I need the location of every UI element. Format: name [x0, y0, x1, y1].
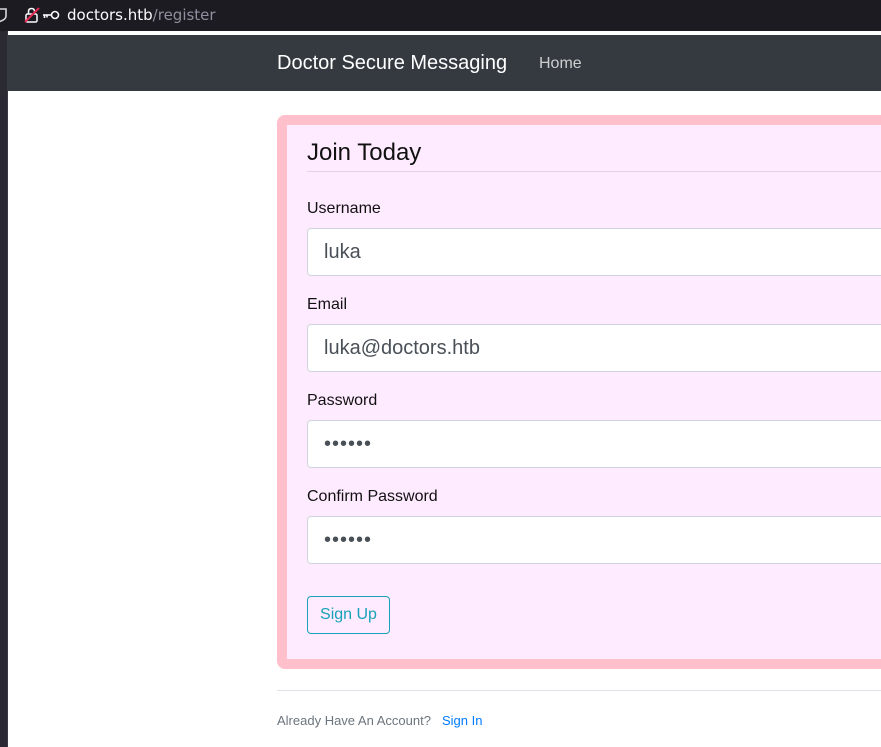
insecure-lock-icon[interactable]	[24, 7, 40, 23]
shield-icon[interactable]	[0, 7, 8, 23]
navbar-brand[interactable]: Doctor Secure Messaging	[277, 51, 507, 75]
form-legend: Join Today	[307, 139, 422, 166]
footer-text: Already Have An Account?	[277, 713, 431, 728]
url-text[interactable]: doctors.htb/register	[67, 6, 216, 24]
confirm-password-label: Confirm Password	[307, 488, 438, 505]
key-icon[interactable]	[42, 9, 60, 21]
url-domain: doctors.htb	[67, 6, 153, 24]
username-label: Username	[307, 200, 381, 217]
nav-link-home[interactable]: Home	[539, 54, 582, 73]
email-label: Email	[307, 296, 348, 313]
email-input[interactable]	[307, 324, 881, 372]
navbar: Doctor Secure Messaging Home	[7, 35, 881, 91]
footer-divider	[277, 690, 881, 691]
username-input[interactable]	[307, 228, 881, 276]
browser-sidebar-edge	[0, 31, 8, 747]
password-label: Password	[307, 392, 378, 409]
password-input[interactable]	[307, 420, 881, 468]
sign-in-link[interactable]: Sign In	[442, 713, 482, 728]
legend-divider	[307, 171, 881, 172]
url-path: /register	[152, 6, 216, 24]
confirm-password-input[interactable]	[307, 516, 881, 564]
sign-up-button[interactable]: Sign Up	[307, 596, 390, 634]
browser-urlbar[interactable]: doctors.htb/register	[0, 0, 881, 31]
